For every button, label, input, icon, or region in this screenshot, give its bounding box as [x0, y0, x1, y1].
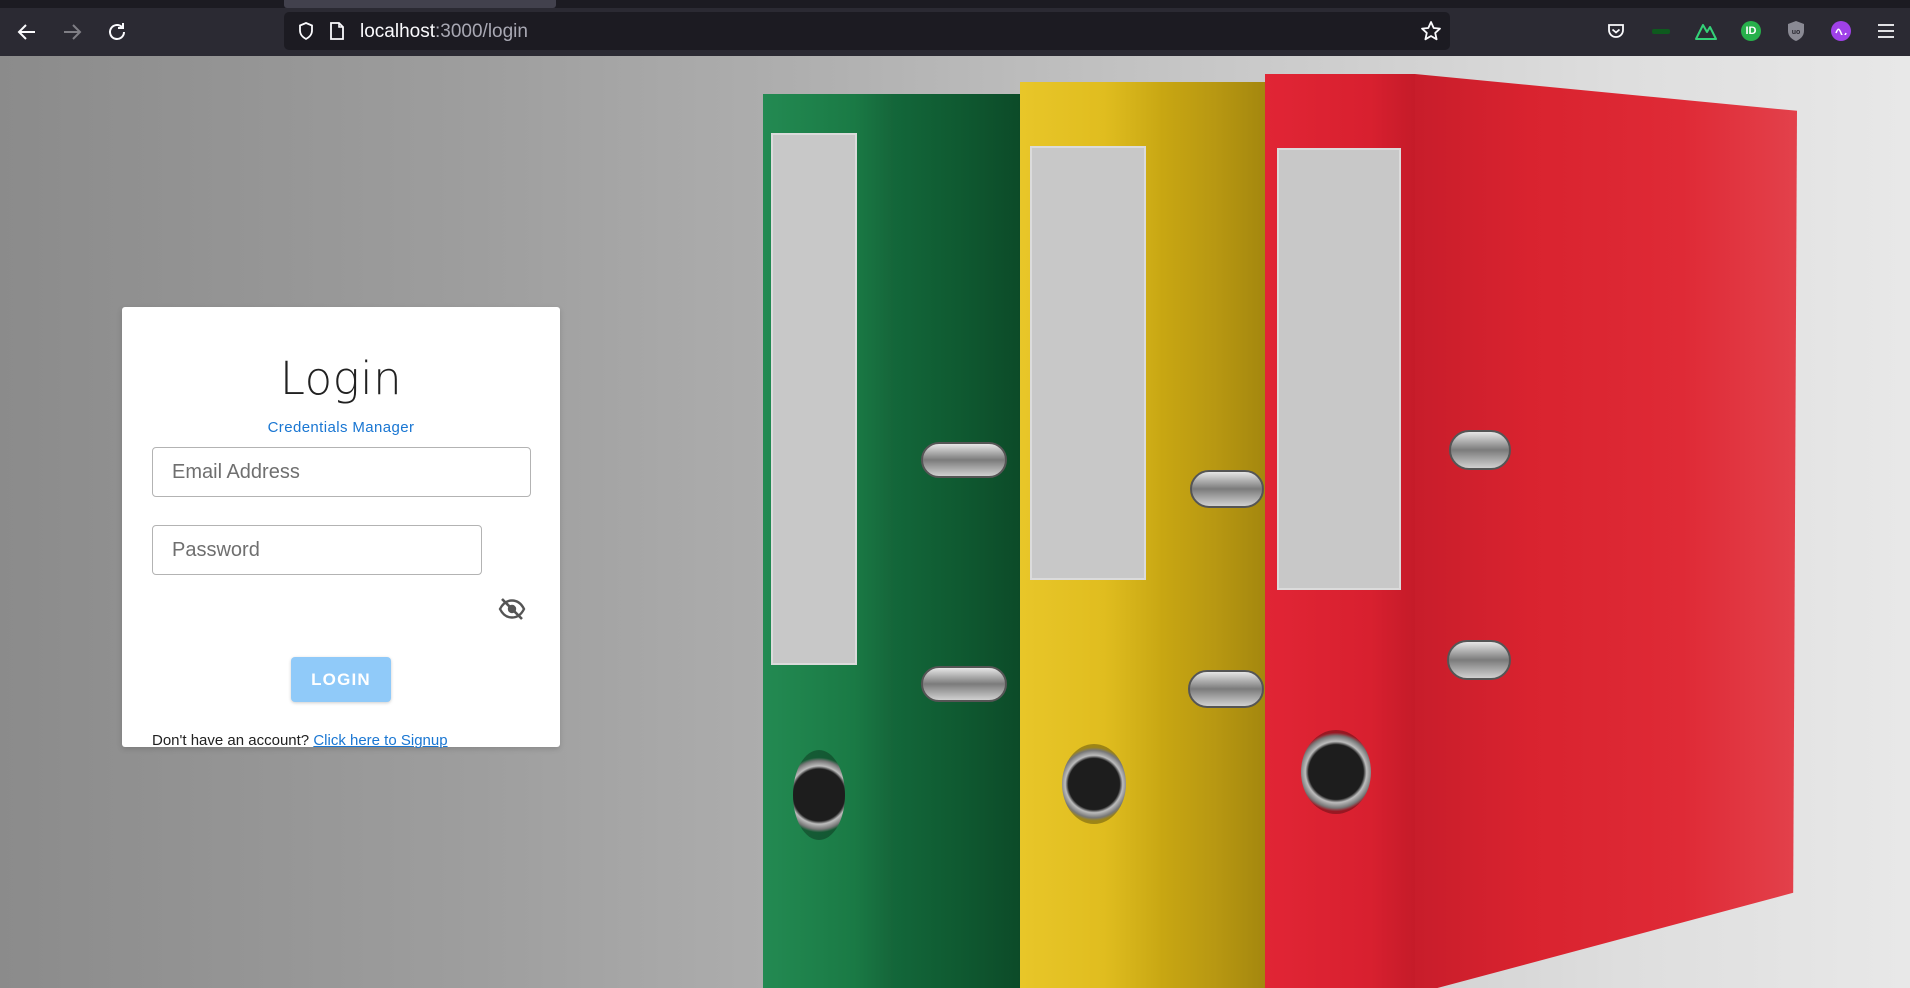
- reload-button[interactable]: [99, 14, 135, 50]
- signup-prompt-text: Don't have an account?: [152, 732, 310, 749]
- green-binder-label-window: [771, 133, 857, 665]
- url-host: localhost: [360, 21, 435, 42]
- tab-strip: [0, 0, 1910, 8]
- back-button[interactable]: [9, 14, 45, 50]
- email-input[interactable]: [153, 448, 530, 496]
- red-binder-finger-hole: [1301, 730, 1371, 814]
- eye-off-icon: [498, 598, 526, 620]
- menu-icon[interactable]: [1873, 18, 1899, 44]
- toggle-password-visibility-button[interactable]: [496, 593, 528, 625]
- page-icon: [330, 22, 344, 40]
- login-card: Login Credentials Manager LOGIN Don't ha…: [122, 307, 560, 749]
- shield-icon: [299, 22, 313, 41]
- active-tab[interactable]: [284, 0, 556, 8]
- reload-icon: [109, 23, 125, 40]
- yellow-binder-clip-bottom: [1188, 670, 1264, 708]
- red-binder-label-window: [1277, 148, 1401, 590]
- vue-devtools-icon[interactable]: [1693, 18, 1719, 44]
- green-binder-finger-hole: [793, 750, 845, 840]
- red-binder: [1265, 74, 1797, 988]
- back-arrow-icon: [17, 24, 35, 40]
- signup-prompt: Don't have an account? Click here to Sig…: [152, 732, 448, 749]
- password-input[interactable]: [153, 526, 481, 574]
- green-binder-clip-top: [921, 442, 1007, 478]
- svg-text:uo: uo: [1792, 29, 1801, 36]
- app-subtitle: Credentials Manager: [267, 419, 415, 436]
- yellow-binder-label-window: [1030, 146, 1146, 580]
- login-title: Login: [279, 352, 403, 405]
- address-bar[interactable]: localhost:3000/login: [284, 12, 1450, 50]
- red-binder-clip-bottom: [1447, 640, 1511, 680]
- green-binder: [763, 94, 1023, 988]
- url-text[interactable]: localhost:3000/login: [360, 21, 528, 43]
- yellow-binder-finger-hole: [1062, 744, 1126, 824]
- password-field[interactable]: [152, 525, 482, 575]
- email-field[interactable]: [152, 447, 531, 497]
- login-page: Login Credentials Manager LOGIN Don't ha…: [0, 56, 1910, 988]
- red-binder-clip-top: [1449, 430, 1511, 470]
- green-binder-clip-bottom: [921, 666, 1007, 702]
- pocket-icon[interactable]: [1603, 18, 1629, 44]
- yellow-binder: [1020, 82, 1268, 988]
- forward-arrow-icon: [64, 24, 82, 40]
- login-button[interactable]: LOGIN: [291, 657, 391, 702]
- extension-green-icon[interactable]: [1648, 18, 1674, 44]
- bookmark-star-icon[interactable]: [1420, 20, 1442, 42]
- extension-id-icon[interactable]: ID: [1738, 18, 1764, 44]
- browser-toolbar: localhost:3000/login ID uo: [0, 0, 1910, 56]
- forward-button[interactable]: [54, 14, 90, 50]
- url-path: :3000/login: [435, 21, 528, 42]
- ublock-origin-icon[interactable]: uo: [1783, 18, 1809, 44]
- signup-link[interactable]: Click here to Signup: [313, 732, 447, 749]
- extension-purple-icon[interactable]: [1828, 18, 1854, 44]
- yellow-binder-clip-top: [1190, 470, 1264, 508]
